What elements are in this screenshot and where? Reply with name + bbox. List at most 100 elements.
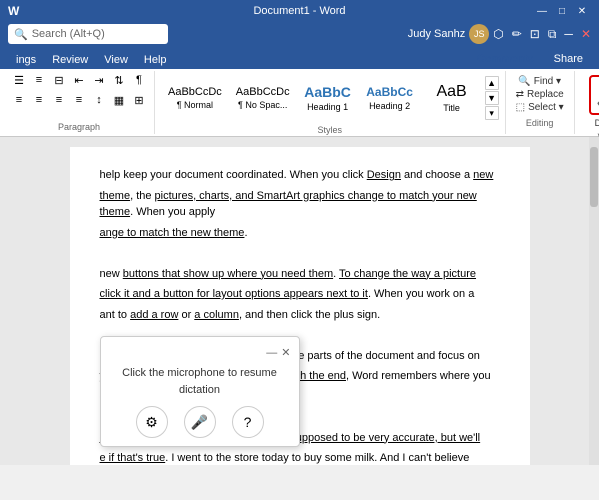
line-spacing-btn[interactable]: ↕	[90, 91, 108, 109]
style-h2-label: Heading 2	[369, 101, 410, 111]
popup-controls: ⚙ 🎤 ?	[109, 406, 291, 438]
indent-increase-btn[interactable]: ⇥	[90, 71, 108, 89]
align-left-btn[interactable]: ≡	[10, 91, 28, 109]
indent-decrease-btn[interactable]: ⇤	[70, 71, 88, 89]
style-h1-preview: AaBbC	[304, 84, 351, 100]
window-icons: ⬡ ✏ ⊡ ⧉ ─ ✕	[493, 27, 591, 42]
style-h2-preview: AaBbCc	[366, 85, 413, 99]
shading-btn[interactable]: ▦	[110, 91, 128, 109]
style-nospace-preview: AaBbCcDc	[236, 86, 290, 98]
document-area: help keep your document coordinated. Whe…	[0, 137, 599, 465]
popup-settings-button[interactable]: ⚙	[136, 406, 168, 438]
doc-line-3: ange to match the new theme.	[100, 225, 500, 242]
styles-list: AaBbCcDc ¶ Normal AaBbCcDc ¶ No Spac... …	[161, 71, 483, 125]
help-question-icon: ?	[244, 412, 252, 433]
find-icon: 🔍	[518, 76, 530, 87]
doc-line-4	[100, 245, 500, 262]
paragraph-row2: ≡ ≡ ≡ ≡ ↕ ▦ ⊞	[10, 91, 148, 109]
dictate-icon-wrap: 🎤	[589, 75, 599, 115]
styles-group: AaBbCcDc ¶ Normal AaBbCcDc ¶ No Spac... …	[155, 71, 506, 134]
replace-icon: ⇄	[516, 89, 524, 100]
tab-review[interactable]: Review	[44, 51, 96, 69]
borders-btn[interactable]: ⊞	[130, 91, 148, 109]
search-icon: 🔍	[14, 28, 28, 41]
styles-scroll-down[interactable]: ▼	[485, 91, 499, 105]
style-title-preview: AaB	[436, 83, 466, 101]
document-title: Document1 - Word	[253, 5, 345, 17]
word-logo-icon: W	[8, 4, 19, 18]
minimize-icon: ─	[564, 27, 573, 42]
tab-help[interactable]: Help	[136, 51, 175, 69]
style-normal-preview: AaBbCcDc	[168, 86, 222, 98]
doc-line-2: theme, the pictures, charts, and SmartAr…	[100, 188, 500, 221]
style-title-label: Title	[443, 103, 460, 113]
style-normal[interactable]: AaBbCcDc ¶ Normal	[161, 71, 229, 125]
align-right-btn[interactable]: ≡	[50, 91, 68, 109]
pilcrow-btn[interactable]: ¶	[130, 71, 148, 89]
popup-mic-button[interactable]: 🎤	[184, 406, 216, 438]
replace-button[interactable]: ⇄ Replace	[512, 88, 568, 101]
close-button[interactable]: ✕	[573, 2, 591, 20]
window-controls: — □ ✕	[533, 2, 591, 20]
paragraph-row1: ☰ ≡ ⊟ ⇤ ⇥ ⇅ ¶	[10, 71, 148, 89]
styles-scroll: ▲ ▼ ▾	[485, 76, 499, 120]
styles-area: AaBbCcDc ¶ Normal AaBbCcDc ¶ No Spac... …	[161, 71, 499, 125]
style-nospace[interactable]: AaBbCcDc ¶ No Spac...	[229, 71, 297, 125]
list-bullet-btn[interactable]: ☰	[10, 71, 28, 89]
ribbon-tabs: ings Review View Help Comments Share	[0, 47, 599, 69]
comment-icon: ✏	[512, 27, 522, 42]
settings-gear-icon: ⚙	[145, 412, 158, 433]
document-page[interactable]: help keep your document coordinated. Whe…	[70, 147, 530, 465]
find-label: Find ▾	[534, 76, 561, 87]
popup-close[interactable]: ✕	[281, 345, 290, 362]
editing-group: 🔍 Find ▾ ⇄ Replace ⬚ Select ▾ Editing	[506, 71, 575, 134]
tab-ings[interactable]: ings	[8, 51, 44, 69]
multilevel-btn[interactable]: ⊟	[50, 71, 68, 89]
replace-label: Replace	[527, 89, 564, 100]
popup-help-button[interactable]: ?	[232, 406, 264, 438]
close-icon: ✕	[581, 27, 591, 42]
dictate-button[interactable]: 🎤 Dictate	[581, 71, 599, 132]
doc-line-14: e if that's true. I went to the store to…	[100, 450, 500, 465]
editing-label: Editing	[526, 118, 554, 130]
find-button[interactable]: 🔍 Find ▾	[514, 75, 565, 88]
search-bar: 🔍 Search (Alt+Q) Judy Sanhz JS ⬡ ✏ ⊡ ⧉ ─…	[0, 22, 599, 47]
style-heading1[interactable]: AaBbC Heading 1	[297, 71, 359, 125]
sort-btn[interactable]: ⇅	[110, 71, 128, 89]
style-heading2[interactable]: AaBbCc Heading 2	[359, 71, 421, 125]
select-icon: ⬚	[516, 102, 525, 113]
dictate-popup: — ✕ Click the microphone to resume dicta…	[100, 336, 300, 448]
user-name: Judy Sanhz	[408, 28, 465, 40]
align-center-btn[interactable]: ≡	[30, 91, 48, 109]
style-h1-label: Heading 1	[307, 102, 348, 112]
user-avatar[interactable]: JS	[469, 24, 489, 44]
share-button[interactable]: Share	[546, 51, 591, 67]
doc-line-5: new buttons that show up where you need …	[100, 266, 500, 283]
minimize-button[interactable]: —	[533, 2, 551, 20]
search-placeholder: Search (Alt+Q)	[32, 28, 105, 40]
title-bar-left: W	[8, 4, 19, 18]
doc-line-7: ant to add a row or a column, and then c…	[100, 307, 500, 324]
maximize-button[interactable]: □	[553, 2, 571, 20]
popup-minimize[interactable]: —	[266, 345, 277, 362]
comments-button[interactable]: Comments	[469, 51, 542, 67]
justify-btn[interactable]: ≡	[70, 91, 88, 109]
settings-icon: ⊡	[530, 27, 540, 42]
style-title[interactable]: AaB Title	[421, 71, 483, 125]
dictate-label: Dictate	[595, 118, 599, 128]
style-nospace-label: ¶ No Spac...	[238, 100, 287, 110]
styles-label: Styles	[318, 125, 343, 137]
list-number-btn[interactable]: ≡	[30, 71, 48, 89]
doc-line-6: click it and a button for layout options…	[100, 286, 500, 303]
select-label: Select ▾	[528, 102, 564, 113]
doc-line-1: help keep your document coordinated. Whe…	[100, 167, 500, 184]
share-icon: ⬡	[493, 27, 503, 42]
paragraph-group: ☰ ≡ ⊟ ⇤ ⇥ ⇅ ¶ ≡ ≡ ≡ ≡ ↕ ▦ ⊞ Paragraph	[4, 71, 155, 134]
styles-expand[interactable]: ▾	[485, 106, 499, 120]
doc-scrollbar[interactable]	[589, 137, 599, 465]
styles-scroll-up[interactable]: ▲	[485, 76, 499, 90]
style-normal-label: ¶ Normal	[177, 100, 213, 110]
tab-view[interactable]: View	[96, 51, 136, 69]
select-button[interactable]: ⬚ Select ▾	[512, 101, 568, 114]
search-input[interactable]: 🔍 Search (Alt+Q)	[8, 24, 168, 44]
